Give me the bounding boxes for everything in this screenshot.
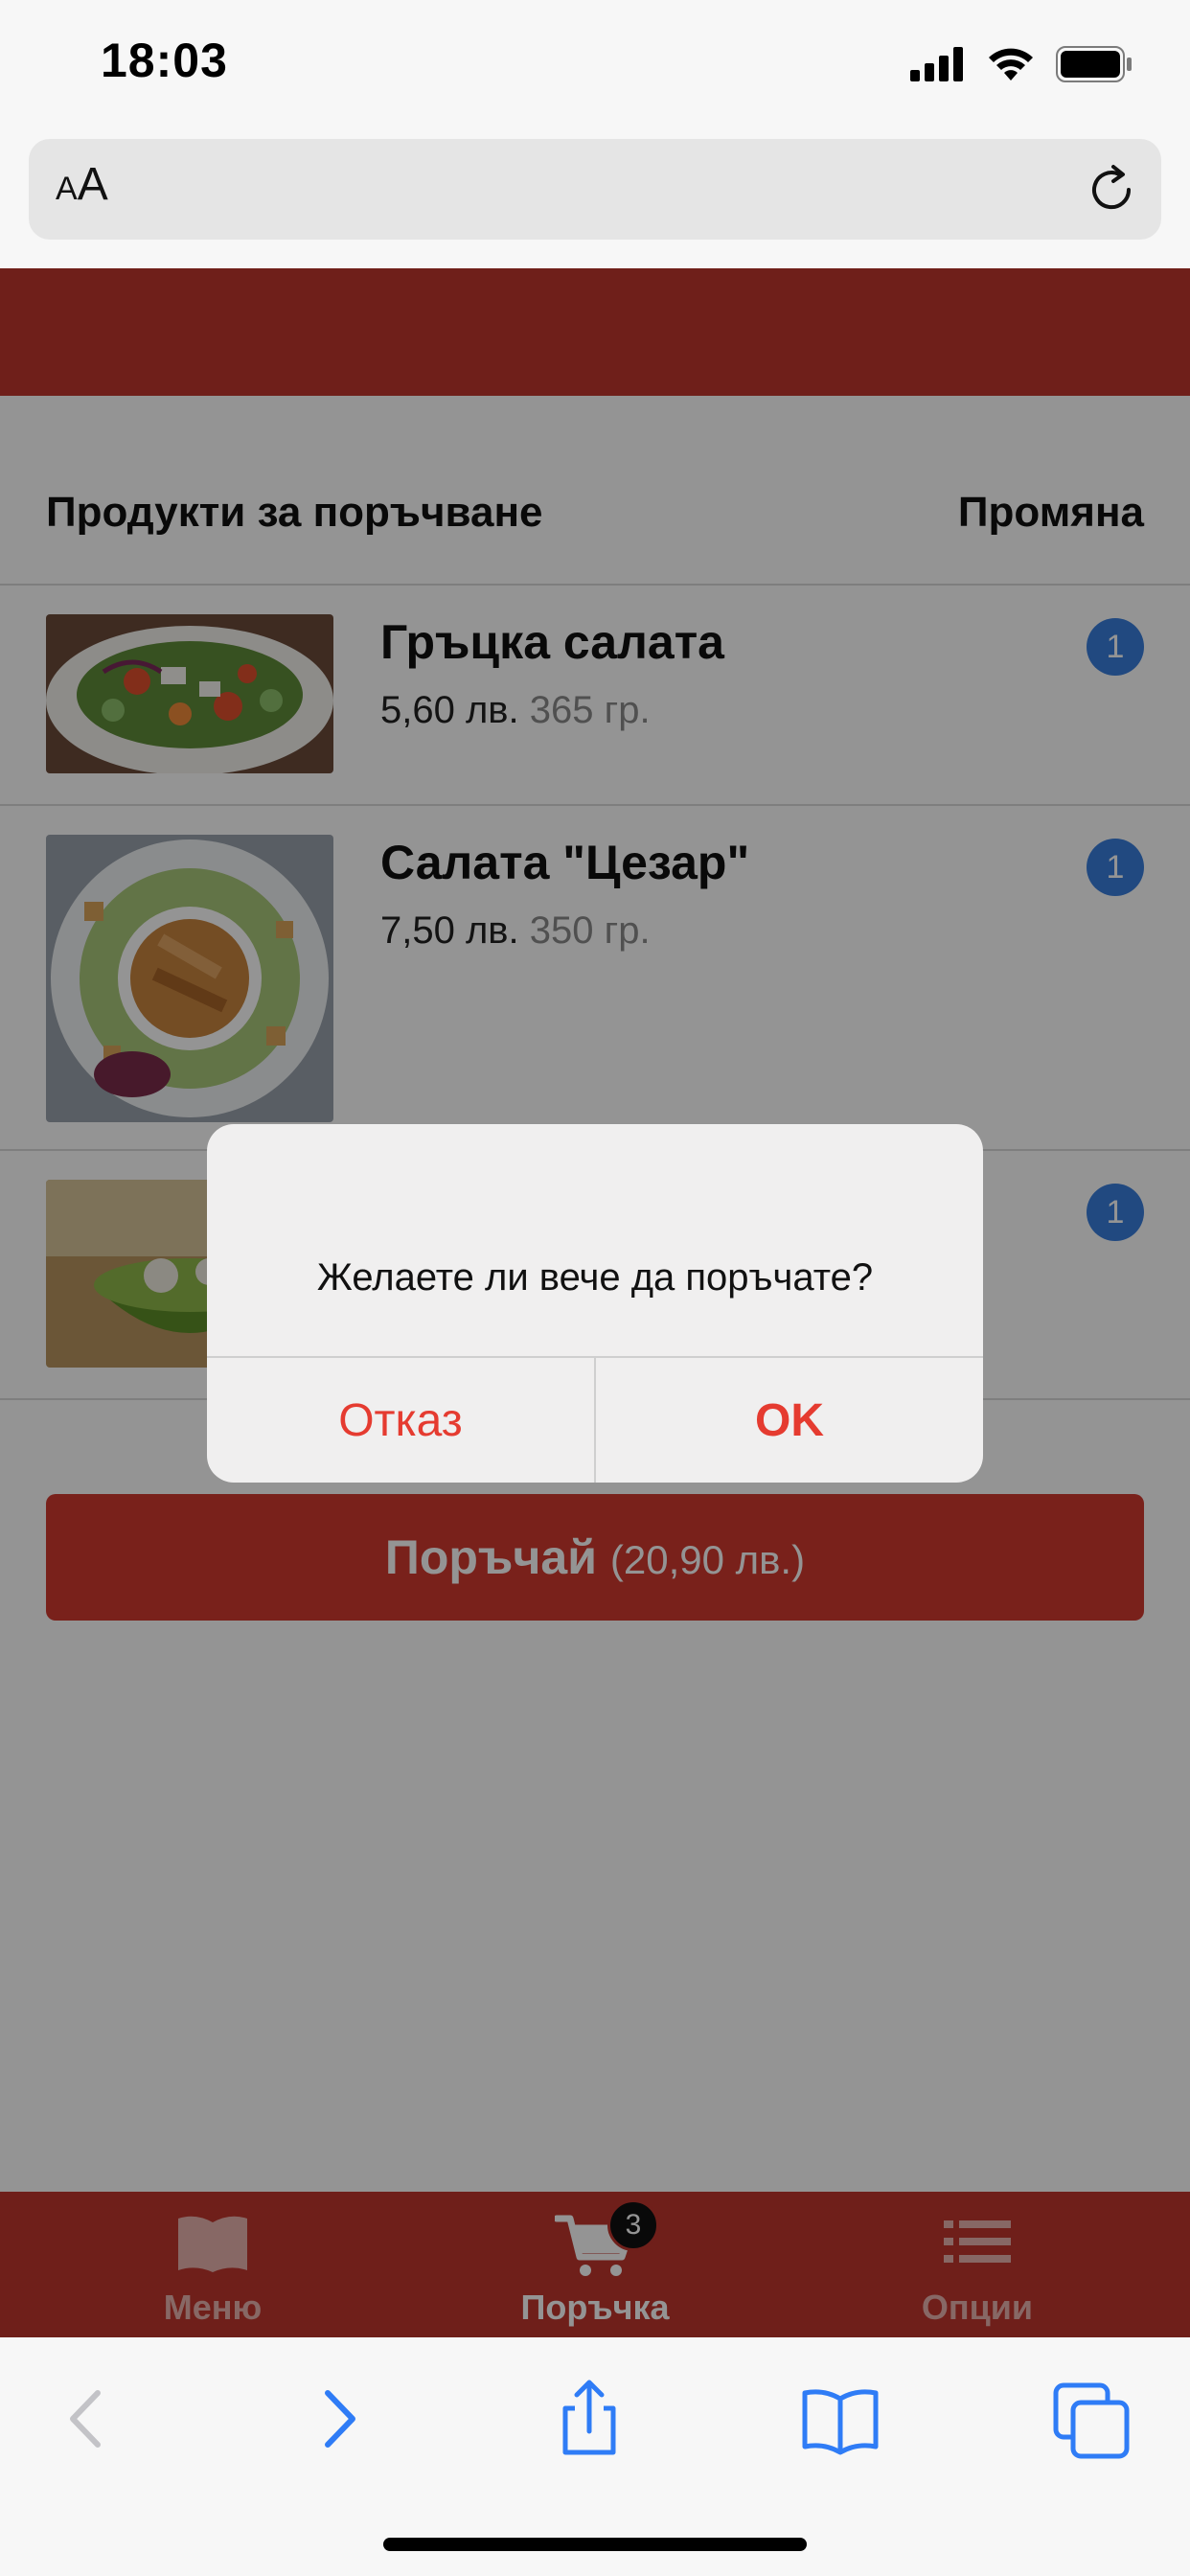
- address-bar[interactable]: AA: [29, 139, 1161, 240]
- tabs-icon[interactable]: [1048, 2376, 1134, 2462]
- bookmarks-icon[interactable]: [797, 2376, 883, 2462]
- cellular-signal-icon: [910, 47, 963, 81]
- status-time: 18:03: [101, 34, 228, 87]
- status-bar: 18:03: [0, 0, 1190, 129]
- text-size-small-glyph: A: [56, 171, 78, 207]
- cancel-button[interactable]: Отказ: [207, 1358, 596, 1483]
- dialog-message: Желаете ли вече да поръчате?: [316, 1256, 874, 1299]
- share-icon[interactable]: [546, 2376, 632, 2462]
- back-icon[interactable]: [44, 2376, 130, 2462]
- reload-icon[interactable]: [1083, 161, 1140, 218]
- dialog-actions: Отказ OK: [207, 1356, 983, 1483]
- confirm-order-dialog: Желаете ли вече да поръчате? Отказ OK: [207, 1124, 983, 1483]
- home-indicator: [383, 2538, 807, 2551]
- forward-icon[interactable]: [295, 2376, 381, 2462]
- text-size-button[interactable]: AA: [56, 158, 108, 211]
- battery-icon: [1056, 46, 1132, 82]
- status-icons: [910, 46, 1133, 82]
- text-size-large-glyph: A: [77, 159, 108, 210]
- ok-button[interactable]: OK: [596, 1358, 983, 1483]
- wifi-icon: [989, 48, 1033, 80]
